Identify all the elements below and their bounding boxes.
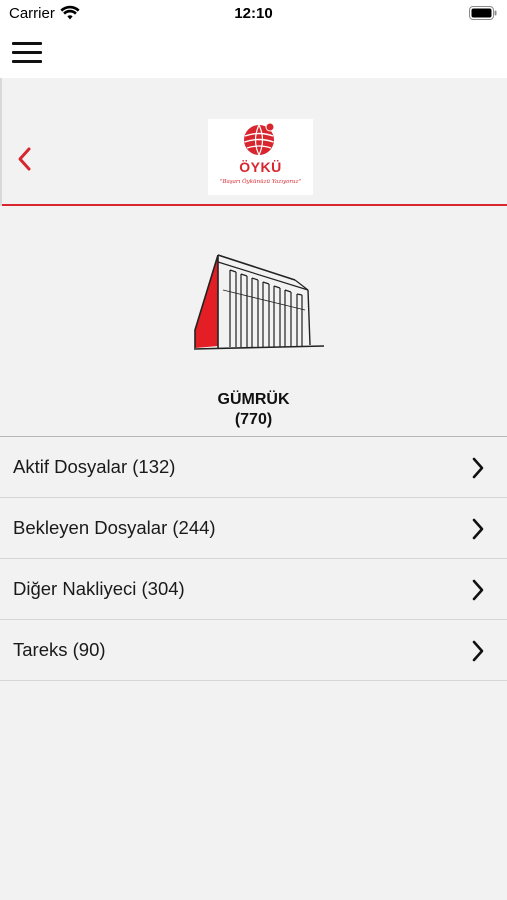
list-item-label: Bekleyen Dosyalar (244) <box>13 517 216 538</box>
globe-icon <box>244 122 275 156</box>
file-category-list: Aktif Dosyalar (132) Bekleyen Dosyalar (… <box>0 437 507 681</box>
list-item-aktif-dosyalar[interactable]: Aktif Dosyalar (132) <box>0 437 507 498</box>
customs-building-illustration <box>193 254 325 350</box>
list-item-label: Tareks (90) <box>13 639 106 660</box>
logo-name: ÖYKÜ <box>239 159 282 175</box>
chevron-right-icon <box>472 457 484 479</box>
chevron-left-icon[interactable] <box>10 140 40 180</box>
status-time: 12:10 <box>234 5 273 22</box>
section-title: GÜMRÜK (770) <box>0 390 507 430</box>
chevron-right-icon <box>472 518 484 540</box>
chevron-right-icon <box>472 640 484 662</box>
section-count: (770) <box>234 411 273 428</box>
header-edge-divider <box>0 78 2 206</box>
hamburger-menu-icon[interactable] <box>12 40 44 66</box>
list-item-tareks[interactable]: Tareks (90) <box>0 620 507 681</box>
status-bar: Carrier 12:10 <box>0 0 507 30</box>
oyku-logo: ÖYKÜ "Başarı Öykünüzü Yazıyoruz" <box>208 119 313 195</box>
list-item-diger-nakliyeci[interactable]: Diğer Nakliyeci (304) <box>0 559 507 620</box>
top-nav-bar <box>0 30 507 78</box>
battery-icon <box>469 6 497 20</box>
list-item-label: Aktif Dosyalar (132) <box>13 456 176 477</box>
chevron-right-icon <box>472 579 484 601</box>
logo-slogan: "Başarı Öykünüzü Yazıyoruz" <box>219 179 301 185</box>
list-item-label: Diğer Nakliyeci (304) <box>13 578 185 599</box>
list-item-bekleyen-dosyalar[interactable]: Bekleyen Dosyalar (244) <box>0 498 507 559</box>
section-title-text: GÜMRÜK <box>217 391 290 408</box>
